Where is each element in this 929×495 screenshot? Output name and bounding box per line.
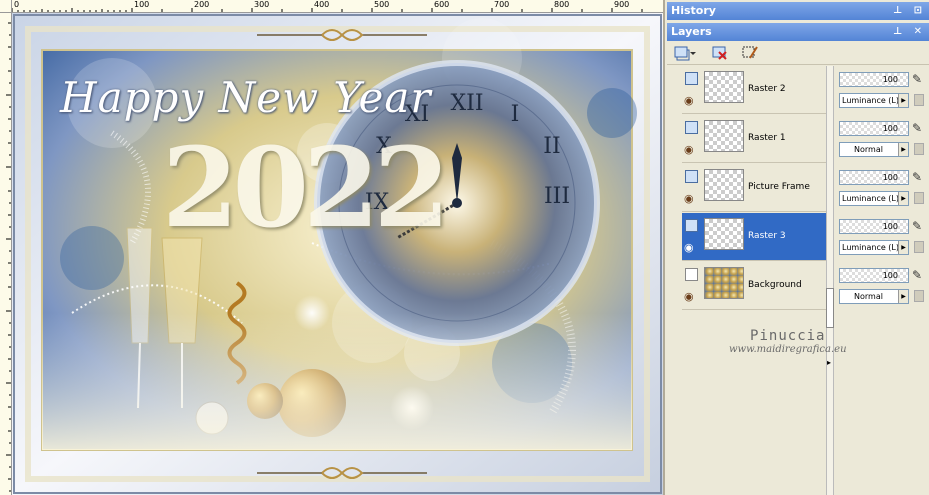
layers-list: ◉ Raster 2 ◉ Raster 1 ◉ Picture Frame ◉ …	[682, 66, 826, 495]
artwork-image[interactable]: XII I II III XI X IX Happy New Year 2022	[12, 13, 663, 495]
layer-name: Raster 3	[748, 231, 786, 241]
blend-mode-value: Luminance (L)	[842, 243, 900, 252]
layer-thumbnail	[704, 218, 744, 250]
brush-icon[interactable]: ✎	[912, 121, 922, 135]
dropdown-arrow-icon[interactable]: ▶	[898, 290, 908, 303]
layer-group-icon[interactable]	[685, 72, 698, 85]
visibility-eye-icon[interactable]: ◉	[684, 143, 694, 156]
history-palette-title: History	[671, 4, 716, 17]
history-palette-titlebar[interactable]: History ⊥ ⊡	[667, 2, 929, 20]
opacity-slider[interactable]: 100	[839, 72, 909, 87]
visibility-eye-icon[interactable]: ◉	[684, 94, 694, 107]
lock-icon[interactable]	[914, 143, 924, 155]
horizontal-ruler: 0 100 200 300 400 500 600 700 800 900 10…	[12, 0, 663, 13]
blend-mode-select[interactable]: Normal ▶	[839, 289, 909, 304]
layer-props-picture-frame: 100 ✎ Luminance (L) ▶	[836, 164, 929, 212]
layer-thumbnail	[704, 120, 744, 152]
layers-palette-buttons[interactable]: ⊥ ✕	[893, 23, 926, 41]
layer-row-raster-1[interactable]: ◉ Raster 1	[682, 115, 826, 163]
opacity-slider[interactable]: 100	[839, 219, 909, 234]
svg-text:II: II	[543, 134, 560, 159]
author-watermark: Pinuccia www.maidiregrafica.eu	[729, 328, 847, 355]
blend-mode-value: Normal	[854, 145, 883, 154]
visibility-eye-icon[interactable]: ◉	[684, 192, 694, 205]
blend-mode-select[interactable]: Luminance (L) ▶	[839, 240, 909, 255]
opacity-slider[interactable]: 100	[839, 268, 909, 283]
watermark-name: Pinuccia	[750, 328, 826, 344]
opacity-slider[interactable]: 100	[839, 170, 909, 185]
document-canvas-area[interactable]: 0 100 200 300 400 500 600 700 800 900 10…	[0, 0, 663, 495]
brush-icon[interactable]: ✎	[912, 268, 922, 282]
delete-layer-icon[interactable]	[711, 44, 729, 61]
year-text: 2022	[162, 123, 450, 252]
layer-row-background[interactable]: ◉ Background	[682, 262, 826, 310]
blend-mode-value: Normal	[854, 292, 883, 301]
layer-row-raster-3[interactable]: ◉ Raster 3	[682, 213, 826, 261]
layer-thumbnail	[704, 71, 744, 103]
dropdown-arrow-icon[interactable]: ▶	[898, 192, 908, 205]
layer-props-raster-3: 100 ✎ Luminance (L) ▶	[836, 213, 929, 261]
layer-name: Raster 1	[748, 133, 786, 143]
layer-name: Raster 2	[748, 84, 786, 94]
history-palette-body	[667, 20, 929, 22]
layer-row-picture-frame[interactable]: ◉ Picture Frame	[682, 164, 826, 212]
brush-icon[interactable]: ✎	[912, 170, 922, 184]
layer-thumbnail	[704, 267, 744, 299]
watermark-url: www.maidiregrafica.eu	[729, 344, 847, 355]
visibility-eye-icon[interactable]: ◉	[684, 290, 694, 303]
lock-icon[interactable]	[914, 94, 924, 106]
splitter-handle[interactable]	[826, 288, 834, 328]
layer-props-background: 100 ✎ Normal ▶	[836, 262, 929, 310]
layer-group-icon[interactable]	[685, 170, 698, 183]
splitter-arrow-icon[interactable]: ▸	[827, 358, 831, 367]
vertical-ruler-ticks	[6, 22, 11, 492]
lock-icon[interactable]	[914, 241, 924, 253]
layers-toolbar	[667, 41, 929, 65]
palettes-panel: History ⊥ ⊡ Layers ⊥ ✕ ◉ Raster 2 ◉ Rast…	[663, 0, 929, 495]
opacity-slider[interactable]: 100	[839, 121, 909, 136]
blend-mode-value: Luminance (L)	[842, 96, 900, 105]
brush-icon[interactable]: ✎	[912, 72, 922, 86]
vertical-ruler	[0, 13, 12, 495]
blend-mode-select[interactable]: Luminance (L) ▶	[839, 191, 909, 206]
svg-text:XII: XII	[450, 91, 483, 116]
layer-group-icon[interactable]	[685, 121, 698, 134]
layer-group-icon[interactable]	[685, 268, 698, 281]
layers-palette-titlebar[interactable]: Layers ⊥ ✕	[667, 23, 929, 41]
layer-row-raster-2[interactable]: ◉ Raster 2	[682, 66, 826, 114]
svg-text:I: I	[511, 102, 520, 127]
layer-props-raster-1: 100 ✎ Normal ▶	[836, 115, 929, 163]
blend-mode-select[interactable]: Luminance (L) ▶	[839, 93, 909, 108]
edit-selection-icon[interactable]	[741, 44, 759, 61]
history-palette-buttons[interactable]: ⊥ ⊡	[893, 2, 926, 20]
brush-icon[interactable]: ✎	[912, 219, 922, 233]
blend-mode-value: Luminance (L)	[842, 194, 900, 203]
visibility-eye-icon[interactable]: ◉	[684, 241, 694, 254]
greeting-text: Happy New Year	[60, 73, 432, 122]
layers-splitter[interactable]: ▸	[826, 66, 834, 495]
layer-dropdown-icon[interactable]	[689, 44, 707, 61]
layer-thumbnail	[704, 169, 744, 201]
layer-props-raster-2: 100 ✎ Luminance (L) ▶	[836, 66, 929, 114]
ruler-corner	[0, 0, 12, 13]
lock-icon[interactable]	[914, 290, 924, 302]
layer-name: Background	[748, 280, 802, 290]
dropdown-arrow-icon[interactable]: ▶	[898, 143, 908, 156]
dropdown-arrow-icon[interactable]: ▶	[898, 241, 908, 254]
dropdown-arrow-icon[interactable]: ▶	[898, 94, 908, 107]
layer-group-icon[interactable]	[685, 219, 698, 232]
svg-text:III: III	[544, 184, 570, 209]
ruler-ticks	[12, 8, 643, 12]
layer-properties-column: 100 ✎ Luminance (L) ▶ 100 ✎ Normal ▶ 100 ✎…	[836, 66, 929, 495]
lock-icon[interactable]	[914, 192, 924, 204]
layer-name: Picture Frame	[748, 182, 810, 192]
blend-mode-select[interactable]: Normal ▶	[839, 142, 909, 157]
layers-palette-title: Layers	[671, 25, 712, 38]
